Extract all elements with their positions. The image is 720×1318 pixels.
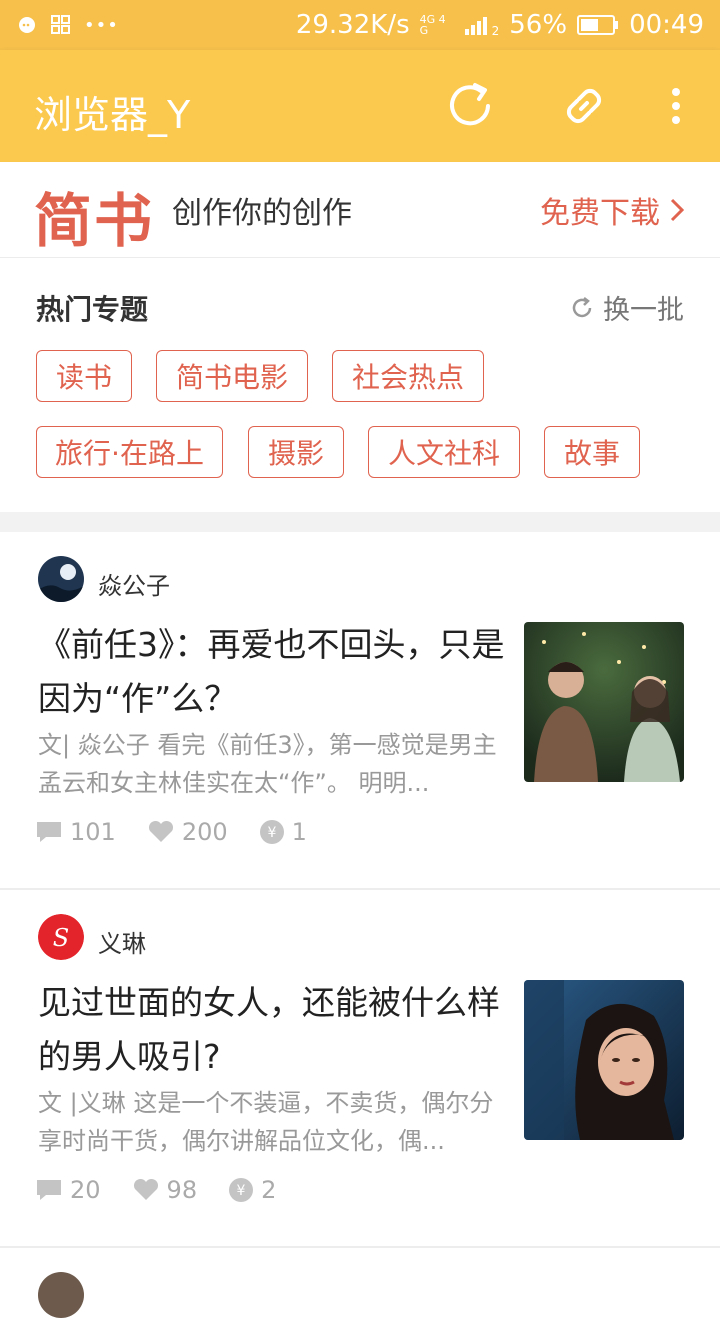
article-excerpt: 文| 焱公子 看完《前任3》，第一感觉是男主孟云和女主林佳实在太“作”。 明明.… xyxy=(38,731,497,797)
article-title[interactable]: 见过世面的女人，还能被什么样的男人吸引? xyxy=(38,976,508,1084)
free-download-label: 免费下载 xyxy=(540,196,660,231)
like-count: 200 xyxy=(148,818,228,846)
article-card[interactable]: 焱公子 《前任3》：再爱也不回头，只是因为“作”么？ 文| 焱公子 看完《前任3… xyxy=(0,532,720,890)
yuan-coin-icon: ¥ xyxy=(259,820,284,844)
more-notifications-icon: ••• xyxy=(84,14,119,36)
topic-tag[interactable]: 简书电影 xyxy=(156,350,308,402)
next-card-avatar[interactable] xyxy=(38,1272,84,1318)
comment-icon xyxy=(37,1180,61,1200)
reward-count-value: 1 xyxy=(291,818,307,846)
jianshu-logo: 简书 xyxy=(34,187,155,255)
heart-icon xyxy=(148,821,173,842)
reward-count: ¥ 2 xyxy=(229,1176,276,1204)
article-title[interactable]: 《前任3》：再爱也不回头，只是因为“作”么？ xyxy=(38,618,508,726)
link-button[interactable] xyxy=(556,78,612,134)
chevron-right-icon xyxy=(670,198,684,222)
free-download-link[interactable]: 免费下载 xyxy=(540,188,684,232)
topic-tag[interactable]: 读书 xyxy=(36,350,132,402)
topic-tag[interactable]: 旅行·在路上 xyxy=(36,426,223,478)
refresh-small-icon xyxy=(572,296,592,317)
app-title: 浏览器_Y xyxy=(34,93,191,137)
more-options-button[interactable] xyxy=(648,78,704,134)
refresh-icon xyxy=(450,83,490,126)
svg-text:¥: ¥ xyxy=(237,1183,246,1199)
like-count-value: 200 xyxy=(181,818,228,846)
hot-topics-title: 热门专题 xyxy=(36,293,149,326)
topic-tag[interactable]: 摄影 xyxy=(248,426,344,478)
comment-icon xyxy=(37,822,61,842)
article-excerpt: 文 |义琳 这是一个不装逼，不卖货，偶尔分享时尚干货，偶尔讲解品位文化，偶... xyxy=(38,1089,494,1155)
chat-bubble-icon xyxy=(19,17,35,33)
heart-icon xyxy=(133,1179,158,1200)
author-name[interactable]: 焱公子 xyxy=(98,566,170,601)
article-stats: 20 98 ¥ 2 xyxy=(36,1176,276,1204)
network-speed: 29.32K/s xyxy=(295,10,410,40)
author-name[interactable]: 义琳 xyxy=(98,924,146,959)
reward-count-value: 2 xyxy=(261,1176,277,1204)
more-vert-icon xyxy=(672,88,680,124)
grid-app-icon xyxy=(51,15,70,34)
link-icon xyxy=(566,88,602,124)
battery-percent: 56% xyxy=(509,10,568,40)
refresh-button[interactable] xyxy=(442,78,498,134)
like-count-value: 98 xyxy=(166,1176,198,1204)
svg-text:¥: ¥ xyxy=(267,825,276,841)
network-type: 4G 4G xyxy=(419,13,446,37)
topic-tag[interactable]: 人文社科 xyxy=(368,426,520,478)
author-avatar[interactable]: S xyxy=(38,914,84,960)
article-stats: 101 200 ¥ 1 xyxy=(36,818,307,846)
article-thumbnail[interactable] xyxy=(524,980,684,1140)
status-bar: ••• 29.32K/s 4G 4G 2 56% 00:49 xyxy=(0,0,720,50)
change-batch-button[interactable]: 换一批 xyxy=(569,288,684,327)
article-card[interactable]: S 义琳 见过世面的女人，还能被什么样的男人吸引? 文 |义琳 这是一个不装逼，… xyxy=(0,890,720,1248)
comment-count: 101 xyxy=(36,818,116,846)
app-bar: 浏览器_Y xyxy=(0,50,720,162)
battery-icon xyxy=(577,15,619,35)
reward-count: ¥ 1 xyxy=(259,818,307,846)
topic-tag[interactable]: 故事 xyxy=(544,426,640,478)
yuan-coin-icon: ¥ xyxy=(229,1178,254,1202)
slogan: 创作你的创作 xyxy=(172,196,352,231)
svg-text:S: S xyxy=(53,924,69,952)
author-avatar[interactable] xyxy=(38,556,84,602)
like-count: 98 xyxy=(133,1176,198,1204)
comment-count-value: 101 xyxy=(70,818,116,846)
clock: 00:49 xyxy=(629,10,704,40)
signal-icon xyxy=(464,17,487,35)
topic-tag[interactable]: 社会热点 xyxy=(332,350,484,402)
comment-count-value: 20 xyxy=(70,1176,101,1204)
article-thumbnail[interactable] xyxy=(524,622,684,782)
comment-count: 20 xyxy=(36,1176,101,1204)
signal-sim-index: 2 xyxy=(491,24,500,38)
hot-topics-section: 热门专题 换一批 读书 简书电影 社会热点 旅行·在路上 摄影 人文社科 故事 xyxy=(0,258,720,512)
section-divider xyxy=(0,512,720,532)
change-batch-label: 换一批 xyxy=(603,295,684,326)
jianshu-banner: 简书 创作你的创作 免费下载 xyxy=(0,162,720,258)
